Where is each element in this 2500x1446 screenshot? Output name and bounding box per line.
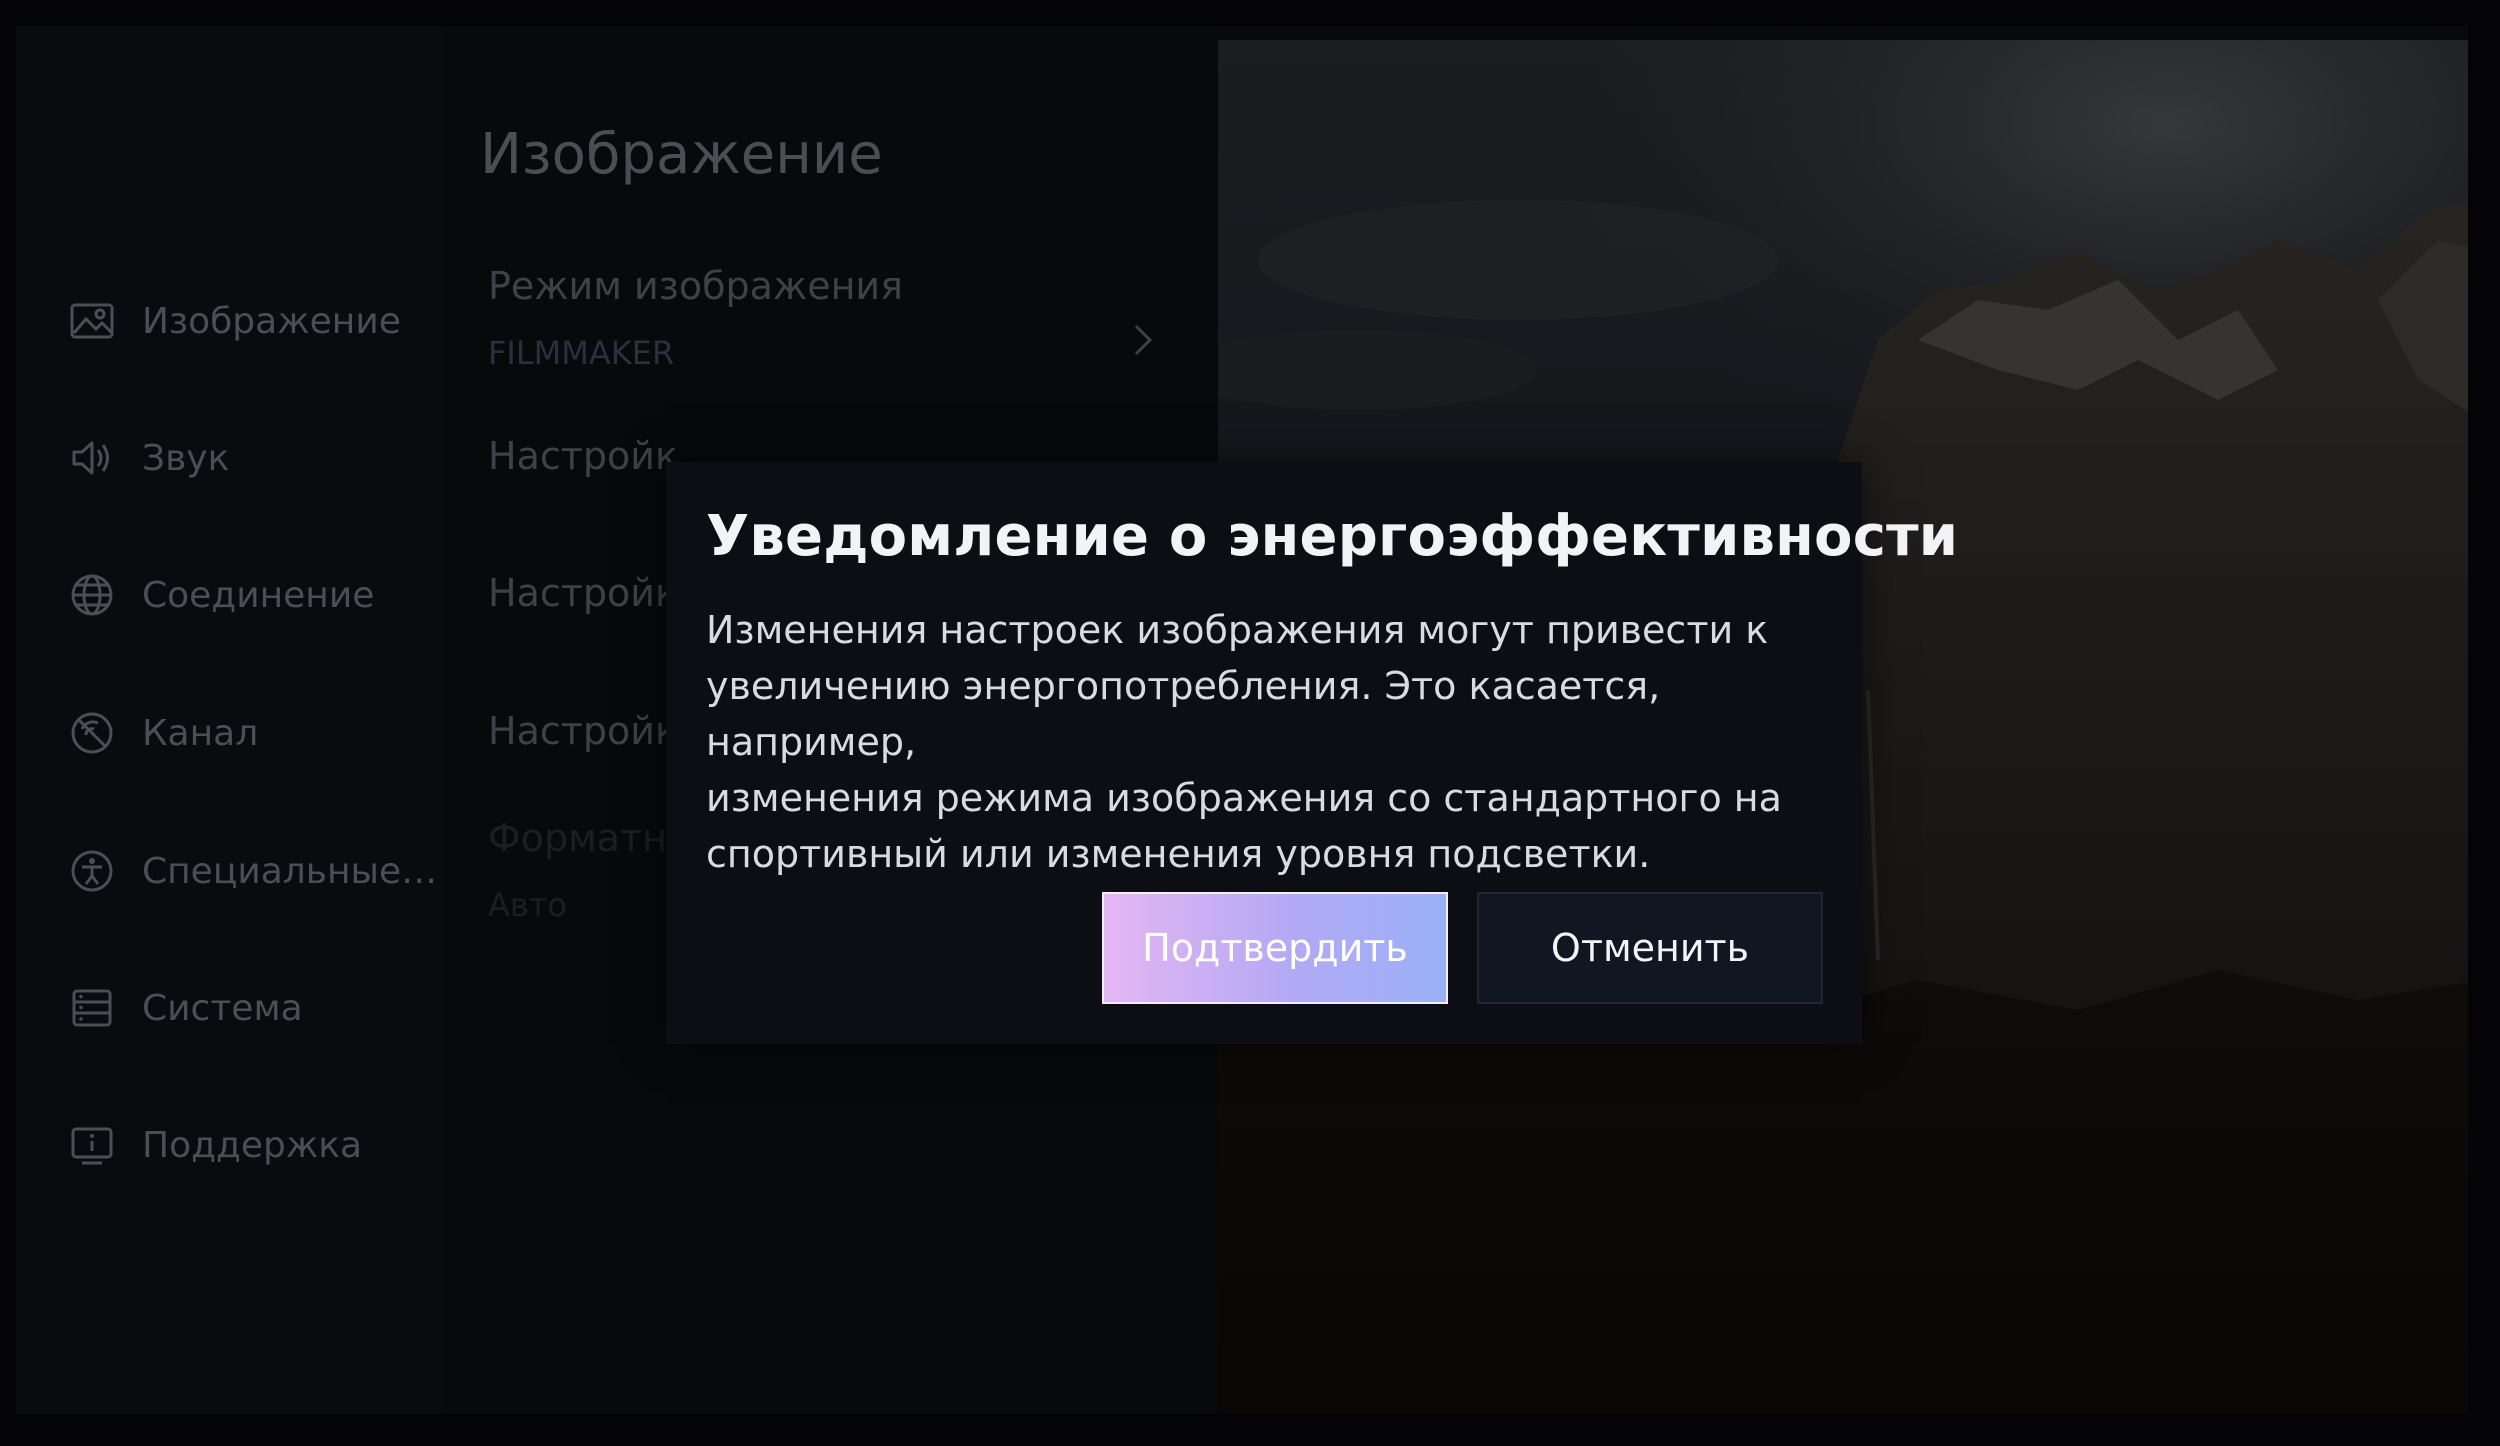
sidebar-item-channel[interactable]: Канал [68, 698, 438, 768]
sidebar-item-support[interactable]: Поддержка [68, 1110, 438, 1180]
speaker-icon [72, 441, 109, 475]
panel-title: Изображение [480, 122, 883, 187]
sidebar-item-label: Поддержка [142, 1124, 363, 1166]
sidebar-item-label: Специальные ... [142, 850, 438, 892]
chevron-right-icon [1134, 324, 1153, 356]
dialog-message: Изменения настроек изображения могут при… [706, 602, 1836, 882]
setting-picture-mode[interactable]: Режим изображения [488, 264, 903, 308]
sidebar-item-label: Канал [142, 712, 259, 754]
globe-icon [71, 574, 113, 616]
sidebar-item-accessibility[interactable]: Специальные ... [68, 836, 438, 906]
sidebar-item-label: Соединение [142, 574, 375, 616]
accessibility-icon [71, 850, 113, 892]
system-icon [72, 989, 112, 1027]
sidebar-item-picture[interactable]: Изображение [68, 286, 438, 356]
tv-frame: Изображение Звук Соединение Канал Специа… [0, 0, 2500, 1446]
confirm-button[interactable]: Подтвердить [1102, 892, 1448, 1004]
sidebar-item-system[interactable]: Система [68, 973, 438, 1043]
tv-screen: Изображение Звук Соединение Канал Специа… [16, 26, 2468, 1414]
setting-item[interactable]: Настройк [488, 571, 678, 615]
sidebar-item-sound[interactable]: Звук [68, 423, 438, 493]
dialog-message-line: изменения режима изображения со стандарт… [706, 776, 1782, 820]
dialog-title: Уведомление о энергоэффективности [706, 504, 1959, 569]
cancel-button[interactable]: Отменить [1477, 892, 1823, 1004]
setting-picture-mode-value: FILMMAKER [488, 334, 675, 372]
setting-aspect-ratio[interactable]: Форматн [488, 816, 667, 860]
dialog-message-line: спортивный или изменения уровня подсветк… [706, 832, 1651, 876]
setting-aspect-ratio-value: Авто [488, 886, 567, 924]
setting-item[interactable]: Настройк [488, 434, 678, 478]
sidebar-item-connection[interactable]: Соединение [68, 560, 438, 630]
dialog-message-line: увеличению энергопотребления. Это касает… [706, 664, 1661, 764]
sidebar-item-label: Система [142, 987, 303, 1029]
sidebar-item-label: Изображение [142, 300, 401, 342]
sidebar-item-label: Звук [142, 437, 230, 479]
dialog-message-line: Изменения настроек изображения могут при… [706, 608, 1769, 652]
support-icon [71, 1127, 113, 1165]
picture-icon [70, 303, 114, 339]
channel-icon [71, 712, 113, 754]
setting-item[interactable]: Настройк [488, 709, 678, 753]
energy-efficiency-dialog: Уведомление о энергоэффективности Измене… [666, 462, 1958, 1044]
settings-sidebar: Изображение Звук Соединение Канал Специа… [16, 26, 444, 1414]
